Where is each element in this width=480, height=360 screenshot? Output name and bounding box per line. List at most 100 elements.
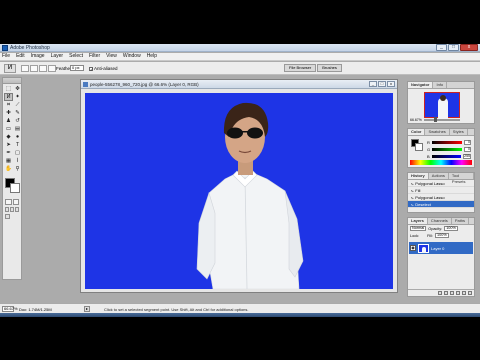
tab-layers[interactable]: Layers	[408, 218, 428, 224]
feather-input[interactable]: 0 px	[70, 65, 84, 71]
add-mask-icon[interactable]	[444, 291, 448, 295]
blend-mode-select[interactable]: Normal	[410, 226, 427, 231]
layers-panel: Layers Channels Paths Normal Opacity: 10…	[407, 217, 475, 297]
doc-maximize-button[interactable]: □	[378, 81, 386, 87]
channel-r-value[interactable]: 0	[463, 139, 471, 145]
close-button[interactable]: x	[460, 44, 478, 51]
tab-swatches[interactable]: Swatches	[425, 129, 450, 135]
color-panel-background[interactable]	[415, 143, 423, 151]
maximize-button[interactable]: □	[448, 44, 459, 51]
doc-close-button[interactable]: x	[387, 81, 395, 87]
layer-row[interactable]: ◉ Layer 0	[409, 242, 473, 254]
history-item[interactable]: ⤷ Polygonal Lasso	[408, 194, 474, 201]
menu-file[interactable]: File	[2, 53, 10, 60]
zoom-tool[interactable]: ⚲	[13, 165, 22, 173]
channel-g-value[interactable]: 0	[463, 146, 471, 152]
minimize-button[interactable]: _	[436, 44, 447, 51]
tab-actions[interactable]: Actions	[429, 173, 449, 179]
shape-tool[interactable]: ▢	[13, 149, 22, 157]
color-swatches	[3, 176, 21, 198]
intersect-selection-button[interactable]	[48, 65, 56, 72]
channel-b-slider[interactable]	[431, 154, 462, 158]
layer-style-icon[interactable]	[438, 291, 442, 295]
path-selection-tool[interactable]: ➤	[4, 141, 13, 149]
status-zoom-field[interactable]: 66.67%	[2, 306, 18, 312]
tab-styles[interactable]: Styles	[450, 129, 468, 135]
document-title-bar[interactable]: people-556278_960_720.jpg @ 66.6% (Layer…	[81, 80, 397, 89]
antialias-checkbox[interactable]: ✓	[89, 66, 93, 71]
navigator-zoom-slider[interactable]	[423, 117, 460, 122]
trash-icon[interactable]	[468, 291, 472, 295]
menu-help[interactable]: Help	[147, 53, 157, 60]
type-tool[interactable]: T	[13, 141, 22, 149]
channel-g-slider[interactable]	[432, 147, 462, 151]
status-menu-arrow-icon[interactable]: ▸	[84, 306, 90, 312]
jump-to-imageready-button[interactable]	[5, 214, 10, 219]
history-item-active[interactable]: ⤷ Deselect	[408, 201, 474, 208]
document-icon	[83, 82, 88, 87]
history-item-label: Fill	[415, 187, 421, 193]
file-browser-tab[interactable]: File Browser	[284, 64, 317, 72]
healing-brush-tool[interactable]: ✚	[4, 109, 13, 117]
hand-tool[interactable]: ✋	[4, 165, 13, 173]
channel-r-slider[interactable]	[431, 140, 462, 144]
adjustment-layer-icon[interactable]	[456, 291, 460, 295]
image-canvas[interactable]	[85, 93, 393, 289]
color-spectrum-bar[interactable]	[410, 160, 472, 165]
new-layer-icon[interactable]	[462, 291, 466, 295]
slice-tool[interactable]: ⟋	[13, 101, 22, 109]
add-selection-button[interactable]	[30, 65, 38, 72]
menu-edit[interactable]: Edit	[16, 53, 25, 60]
menu-filter[interactable]: Filter	[89, 53, 100, 60]
tool-preset-picker[interactable]: ⵍ	[4, 64, 16, 73]
new-set-icon[interactable]	[450, 291, 454, 295]
title-bar: Adobe Photoshop _ □ x	[0, 44, 480, 52]
tab-history[interactable]: History	[408, 173, 429, 179]
doc-minimize-button[interactable]: _	[369, 81, 377, 87]
history-brush-tool[interactable]: ↺	[13, 117, 22, 125]
tab-color[interactable]: Color	[408, 129, 426, 135]
navigator-thumbnail[interactable]	[424, 92, 460, 119]
polygonal-lasso-tool[interactable]: ⵍ	[4, 93, 13, 101]
subtract-selection-button[interactable]	[39, 65, 47, 72]
menu-image[interactable]: Image	[31, 53, 45, 60]
background-color-swatch[interactable]	[10, 183, 20, 193]
menu-select[interactable]: Select	[69, 53, 83, 60]
pen-tool[interactable]: ✒	[4, 149, 13, 157]
channel-b-value[interactable]: 255	[463, 153, 471, 159]
full-screen-mode-button[interactable]	[15, 207, 19, 212]
marquee-tool[interactable]: ⬚	[4, 85, 13, 93]
options-bar: ⵍ Feather: 0 px ✓ Anti-aliased File Brow…	[0, 62, 480, 75]
tab-navigator[interactable]: Navigator	[408, 82, 434, 88]
brushes-tab[interactable]: Brushes	[317, 64, 342, 72]
clone-stamp-tool[interactable]: ♟	[4, 117, 13, 125]
tab-paths[interactable]: Paths	[452, 218, 470, 224]
magic-wand-tool[interactable]: ✦	[13, 93, 22, 101]
menu-layer[interactable]: Layer	[51, 53, 64, 60]
new-selection-button[interactable]	[21, 65, 29, 72]
notes-tool[interactable]: ▦	[4, 157, 13, 165]
crop-tool[interactable]: ⌗	[4, 101, 13, 109]
fill-input[interactable]: 100%	[434, 233, 449, 238]
brush-tool[interactable]: ✎	[13, 109, 22, 117]
menu-window[interactable]: Window	[123, 53, 141, 60]
history-item[interactable]: ⤷ Fill	[408, 187, 474, 194]
gradient-tool[interactable]: ▤	[13, 125, 22, 133]
move-tool[interactable]: ✥	[13, 85, 22, 93]
opacity-input[interactable]: 100%	[444, 226, 458, 231]
menu-view[interactable]: View	[106, 53, 117, 60]
history-item-label: Deselect	[415, 201, 431, 207]
quick-mask-button[interactable]	[12, 199, 19, 205]
full-screen-menu-mode-button[interactable]	[10, 207, 14, 212]
eye-icon[interactable]: ◉	[410, 245, 416, 251]
dodge-tool[interactable]: ●	[13, 133, 22, 141]
eyedropper-tool[interactable]: ⌇	[13, 157, 22, 165]
tab-info[interactable]: Info	[433, 82, 448, 88]
history-item-label: Polygonal Lasso	[415, 194, 445, 200]
tab-channels[interactable]: Channels	[428, 218, 452, 224]
standard-screen-mode-button[interactable]	[5, 207, 9, 212]
blur-tool[interactable]: ◆	[4, 133, 13, 141]
tab-tool-presets[interactable]: Tool Presets	[449, 173, 474, 184]
eraser-tool[interactable]: ▭	[4, 125, 13, 133]
standard-mode-button[interactable]	[5, 199, 12, 205]
